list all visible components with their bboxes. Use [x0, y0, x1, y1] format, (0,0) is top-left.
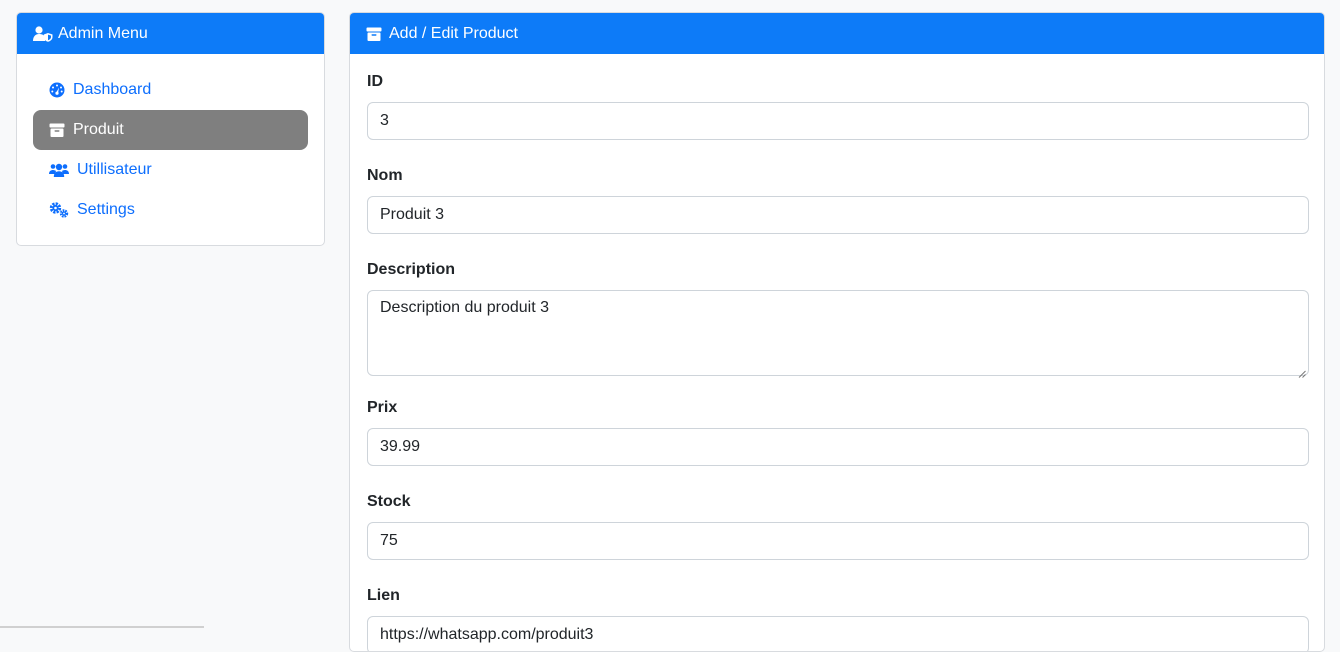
sidebar-item-label: Utillisateur [77, 161, 152, 179]
box-icon [366, 26, 384, 42]
admin-menu-title: Admin Menu [58, 25, 148, 43]
tachometer-icon [49, 82, 69, 98]
field-nom: Nom Produit 3 [367, 140, 1308, 234]
field-prix: Prix 39.99 [367, 376, 1308, 466]
product-form-title: Add / Edit Product [389, 25, 518, 43]
resize-grip-icon[interactable] [1298, 365, 1306, 373]
stock-label: Stock [367, 490, 1308, 514]
lien-input[interactable]: https://whatsapp.com/produit3 [367, 616, 1309, 652]
sidebar-item-dashboard[interactable]: Dashboard [33, 70, 308, 110]
sidebar-item-label: Settings [77, 201, 135, 219]
field-id: ID 3 [367, 54, 1308, 140]
sidebar-item-settings[interactable]: Settings [33, 190, 308, 230]
description-label: Description [367, 258, 1308, 282]
field-description: Description Description du produit 3 [367, 234, 1308, 376]
prix-label: Prix [367, 396, 1308, 420]
product-form-card: Add / Edit Product ID 3 Nom Produit 3 De… [349, 12, 1325, 652]
sidebar-item-produit[interactable]: Produit [33, 110, 308, 150]
product-form: ID 3 Nom Produit 3 Description Descripti… [350, 54, 1324, 652]
users-icon [49, 162, 73, 178]
admin-menu-card: Admin Menu Dashboard [16, 12, 325, 246]
user-shield-icon [33, 26, 53, 42]
description-text: Description du produit 3 [380, 299, 549, 316]
cogs-icon [49, 202, 73, 218]
sidebar-item-label: Dashboard [73, 81, 151, 99]
nom-label: Nom [367, 164, 1308, 188]
field-lien: Lien https://whatsapp.com/produit3 [367, 560, 1308, 652]
prix-input[interactable]: 39.99 [367, 428, 1309, 466]
description-textarea[interactable]: Description du produit 3 [367, 290, 1309, 376]
sidebar-item-utillisateur[interactable]: Utillisateur [33, 150, 308, 190]
nom-input[interactable]: Produit 3 [367, 196, 1309, 234]
field-stock: Stock 75 [367, 466, 1308, 560]
box-icon [49, 122, 69, 138]
sidebar-item-label: Produit [73, 121, 124, 139]
product-form-header: Add / Edit Product [350, 13, 1324, 54]
lien-label: Lien [367, 584, 1308, 608]
admin-menu: Dashboard Produit [17, 54, 324, 230]
stock-input[interactable]: 75 [367, 522, 1309, 560]
id-input[interactable]: 3 [367, 102, 1309, 140]
admin-menu-header: Admin Menu [17, 13, 324, 54]
id-label: ID [367, 70, 1308, 94]
